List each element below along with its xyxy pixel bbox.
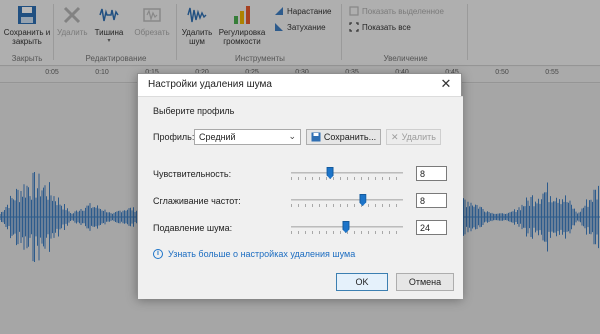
delete-x-icon: ✕: [391, 131, 399, 142]
profile-select-value: Средний: [199, 132, 236, 142]
close-icon[interactable]: ✕: [439, 77, 453, 91]
delete-profile-label: Удалить: [401, 132, 436, 142]
sensitivity-slider[interactable]: [291, 167, 403, 180]
cancel-label: Отмена: [408, 277, 442, 287]
choose-profile-heading: Выберите профиль: [153, 106, 235, 116]
audio-editor-window: Сохранить и закрыть Закрыть Удалить Тиши…: [0, 0, 600, 334]
sensitivity-label: Чувствительность:: [153, 169, 232, 179]
noise-removal-dialog: Настройки удаления шума ✕ Выберите профи…: [137, 73, 463, 299]
frequency-smoothing-slider[interactable]: [291, 194, 403, 207]
save-profile-label: Сохранить...: [323, 132, 377, 142]
learn-more-row: i Узнать больше о настройках удаления шу…: [153, 249, 355, 259]
ok-label: OK: [355, 277, 369, 287]
dialog-body: Выберите профиль Профиль: Средний ⌄ Сохр…: [138, 96, 463, 299]
noise-suppression-input[interactable]: 24: [416, 220, 447, 235]
chevron-down-icon: ⌄: [288, 131, 296, 141]
learn-more-link[interactable]: Узнать больше о настройках удаления шума: [168, 249, 355, 259]
profile-label: Профиль:: [153, 132, 195, 142]
noise-suppression-slider[interactable]: [291, 221, 403, 234]
profile-select[interactable]: Средний ⌄: [194, 129, 301, 145]
cancel-button[interactable]: Отмена: [396, 273, 454, 291]
ok-button[interactable]: OK: [336, 273, 388, 291]
frequency-smoothing-label: Сглаживание частот:: [153, 196, 241, 206]
info-icon: i: [153, 249, 163, 259]
dialog-title: Настройки удаления шума: [148, 79, 272, 90]
sensitivity-input[interactable]: 8: [416, 166, 447, 181]
frequency-smoothing-input[interactable]: 8: [416, 193, 447, 208]
noise-suppression-label: Подавление шума:: [153, 223, 233, 233]
delete-profile-button[interactable]: ✕ Удалить: [386, 129, 441, 145]
save-profile-button[interactable]: Сохранить...: [306, 129, 381, 145]
floppy-disk-icon: [311, 132, 321, 142]
